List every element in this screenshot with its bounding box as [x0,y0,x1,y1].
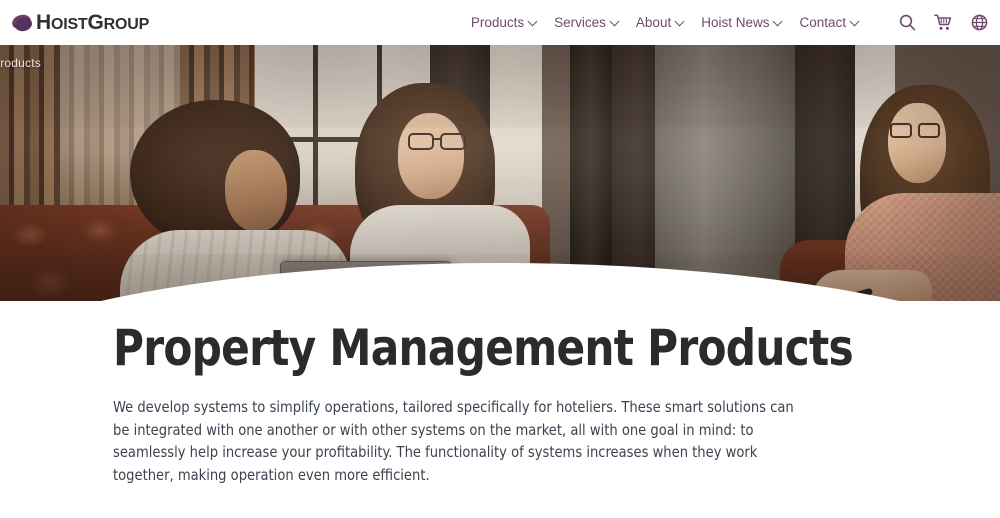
page-root: HOISTGROUP Products Services About Hoist… [0,0,1000,518]
chevron-down-icon [851,18,859,26]
nav-label-about: About [635,14,672,30]
hero-person-center-glasses-icon [408,133,474,150]
logo-letters-roup: ROUP [103,16,150,33]
hero-bg-pillar [655,45,795,301]
logo-letters-oist: OIST [50,16,88,33]
nav-item-contact[interactable]: Contact [799,16,859,30]
nav-item-about[interactable]: About [636,16,684,30]
nav-item-hoist-news[interactable]: Hoist News [701,16,782,30]
nav-label-hoist-news: Hoist News [701,14,770,30]
hero-person-center-face [398,113,464,199]
logo-letter-h: H [36,11,51,34]
main-navigation: Products Services About Hoist News Conta… [471,0,988,45]
nav-label-contact: Contact [799,14,846,30]
hero-person-right-glasses-icon [890,123,944,138]
chevron-down-icon [774,18,782,26]
hero-person-right-face [888,103,946,183]
globe-icon[interactable] [971,14,988,31]
hero-banner: Products [0,45,1000,301]
site-header: HOISTGROUP Products Services About Hoist… [0,0,1000,45]
nav-label-products: Products [470,14,525,30]
nav-label-services: Services [554,14,606,30]
hero-bg-door-frame [570,45,612,301]
header-icon-group [881,14,988,31]
nav-item-products[interactable]: Products [471,16,537,30]
search-icon[interactable] [899,14,916,31]
logo-wordmark: HOISTGROUP [36,12,149,33]
logo-letter-g: G [87,11,104,34]
breadcrumb[interactable]: Products [0,56,41,70]
chevron-down-icon [676,18,684,26]
page-intro-paragraph: We develop systems to simplify operation… [113,398,794,484]
hoist-ellipse-icon [10,12,33,33]
nav-item-services[interactable]: Services [554,16,619,30]
chevron-down-icon [611,18,619,26]
cart-icon[interactable] [934,14,953,31]
chevron-down-icon [529,18,537,26]
main-content: Property Management Products We develop … [0,320,1000,486]
site-logo[interactable]: HOISTGROUP [10,8,149,38]
hero-person-left-face [225,150,287,232]
page-title: Property Management Products [113,319,854,377]
